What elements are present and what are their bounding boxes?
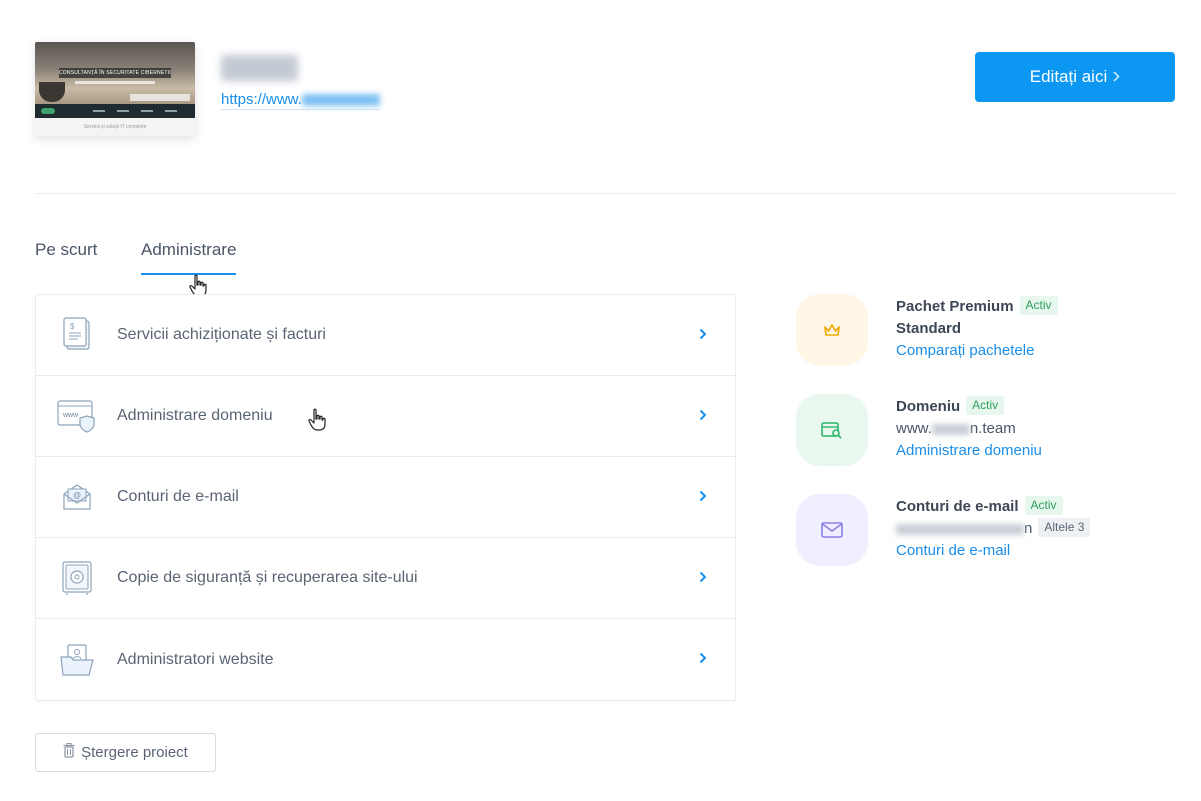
menu-item-label: Administrare domeniu [117, 407, 273, 424]
thumbnail-cup-image [39, 82, 65, 102]
email-info: Conturi de e-mail Activ n Altele 3 Conturi… [896, 496, 1091, 562]
thumbnail-device-image [130, 94, 190, 101]
header-divider [35, 193, 1175, 194]
menu-item-label: Copie de siguranță și recuperarea site-u… [117, 569, 418, 586]
domain-value-prefix: www. [896, 420, 932, 437]
project-url-link[interactable]: https://www. [221, 91, 380, 110]
email-status-badge: Activ [1024, 496, 1063, 515]
package-title: Pachet Premium Activ [896, 296, 1058, 318]
package-status-badge: Activ [1019, 296, 1058, 315]
edit-here-button[interactable]: Editați aici [975, 52, 1175, 102]
email-value: n Altele 3 [896, 518, 1091, 540]
status-email: Conturi de e-mail Activ n Altele 3 Conturi… [796, 494, 1166, 566]
crown-icon [796, 294, 868, 366]
project-name: EMAN [221, 55, 298, 81]
site-thumbnail[interactable]: CONSULTANȚĂ ÎN SECURITATE CIBERNETICĂ Se… [35, 42, 195, 136]
menu-item-email-accounts[interactable]: @ Conturi de e-mail [36, 457, 735, 538]
envelope-icon [796, 494, 868, 566]
administration-menu: $ Servicii achiziționate și facturi www … [35, 294, 736, 701]
thumbnail-logo [41, 108, 55, 114]
email-value-redacted [896, 523, 1024, 535]
menu-item-label: Servicii achiziționate și facturi [117, 326, 326, 343]
menu-item-services-invoices[interactable]: $ Servicii achiziționate și facturi [36, 295, 735, 376]
svg-text:www: www [62, 412, 79, 419]
tab-administration[interactable]: Administrare [141, 240, 237, 275]
chevron-right-icon [699, 327, 707, 344]
delete-project-label: Ștergere proiect [81, 744, 188, 761]
thumbnail-hero-subtitle [75, 81, 155, 84]
domain-value-suffix: n.team [969, 420, 1016, 437]
edit-here-label: Editați aici [1029, 67, 1108, 86]
svg-text:@: @ [73, 491, 81, 500]
delete-project-button[interactable]: Ștergere proiect [35, 733, 216, 772]
menu-item-domain-admin[interactable]: www Administrare domeniu [36, 376, 735, 457]
www-shield-icon: www [57, 396, 97, 436]
status-package: Pachet Premium Activ Standard Comparați p… [796, 294, 1166, 366]
email-title-label: Conturi de e-mail [896, 498, 1019, 515]
email-accounts-link[interactable]: Conturi de e-mail [896, 542, 1010, 559]
domain-title-label: Domeniu [896, 398, 961, 415]
chevron-right-icon [699, 489, 707, 506]
menu-item-backup-restore[interactable]: Copie de siguranță și recuperarea site-u… [36, 538, 735, 619]
status-domain: Domeniu Activ www. n.team Administrare dom… [796, 394, 1166, 466]
chevron-right-icon [699, 651, 707, 668]
domain-status-badge: Activ [966, 396, 1005, 415]
invoice-icon: $ [57, 315, 97, 355]
domain-admin-link[interactable]: Administrare domeniu [896, 442, 1042, 459]
chevron-right-icon [699, 408, 707, 425]
package-name-line2: Standard [896, 320, 962, 337]
project-url-prefix: https://www. [221, 91, 302, 108]
thumbnail-hero: CONSULTANȚĂ ÎN SECURITATE CIBERNETICĂ [35, 42, 195, 104]
menu-item-website-admins[interactable]: Administratori website [36, 619, 735, 700]
package-info: Pachet Premium Activ Standard Comparați p… [896, 296, 1058, 362]
tab-summary[interactable]: Pe scurt [35, 240, 97, 260]
more-accounts-badge[interactable]: Altele 3 [1038, 518, 1091, 537]
domain-value-redacted [931, 423, 970, 435]
email-envelope-icon: @ [57, 477, 97, 517]
package-name-line1: Pachet Premium [896, 298, 1014, 315]
compare-packages-link[interactable]: Comparați pachetele [896, 342, 1034, 359]
domain-info: Domeniu Activ www. n.team Administrare dom… [896, 396, 1042, 462]
project-name-redacted: EMAN [221, 55, 298, 81]
domain-value: www. n.team [896, 418, 1042, 440]
email-value-suffix: n [1024, 520, 1033, 537]
thumbnail-hero-title: CONSULTANȚĂ ÎN SECURITATE CIBERNETICĂ [59, 68, 171, 78]
chevron-right-icon [699, 570, 707, 587]
menu-item-label: Administratori website [117, 650, 274, 668]
chevron-right-icon [1113, 69, 1120, 86]
svg-text:$: $ [70, 322, 75, 331]
folder-user-icon [57, 640, 97, 680]
domain-search-icon [796, 394, 868, 466]
project-url-redacted [301, 94, 380, 107]
email-title: Conturi de e-mail Activ [896, 496, 1090, 518]
thumbnail-nav [35, 104, 195, 118]
domain-title: Domeniu Activ [896, 396, 1042, 418]
safe-icon [57, 558, 97, 598]
trash-icon [63, 743, 75, 762]
thumbnail-footer-text: Servicii și soluții IT complete [35, 118, 195, 136]
menu-item-label: Conturi de e-mail [117, 488, 239, 505]
